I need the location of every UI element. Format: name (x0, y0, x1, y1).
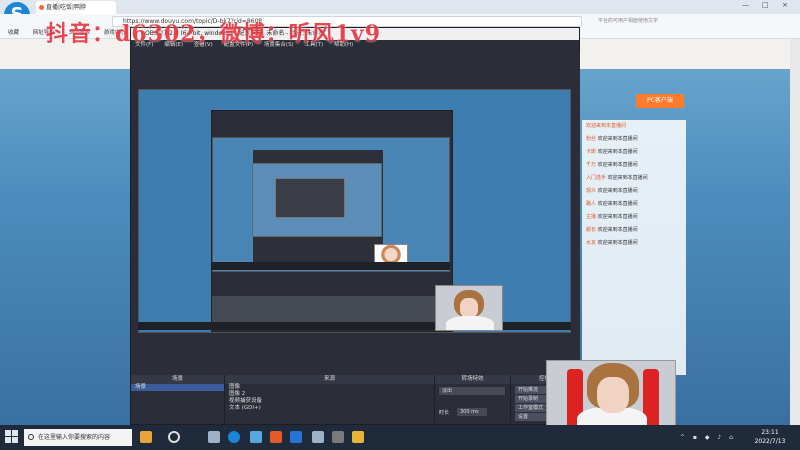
chat-text: 欢迎来到本直播间 (596, 136, 638, 142)
source-item[interactable]: 文本 (GDI+) (225, 405, 434, 412)
transitions-dock: 转场特效 淡出 时长 300 ms (435, 375, 511, 423)
close-button[interactable]: × (782, 1, 788, 9)
pc-client-button[interactable]: PC客户端 (636, 94, 684, 108)
app-icon[interactable] (270, 431, 282, 443)
maximize-button[interactable]: □ (762, 1, 769, 9)
settings-button[interactable]: 设置 (515, 413, 547, 421)
chat-text: 欢迎来到本直播间 (596, 227, 638, 233)
task-view-icon[interactable] (168, 431, 180, 443)
chat-message: 粉丝 欢迎来到本直播间 (582, 133, 686, 146)
obs-taskbar-icon[interactable] (290, 431, 302, 443)
chat-message: 观众 欢迎来到本直播间 (582, 185, 686, 198)
sources-header: 来源 (225, 375, 434, 384)
duration-label: 时长 (439, 410, 450, 416)
chat-username[interactable]: 欢迎来到本直播间 (586, 123, 626, 129)
app-icon[interactable] (250, 431, 262, 443)
chat-username[interactable]: 粉丝 (586, 136, 596, 142)
studio-mode-button[interactable]: 工作室模式 (515, 404, 547, 412)
chat-message: 卡斯 欢迎来到本直播间 (582, 146, 686, 159)
taskbar-search-input[interactable]: 在这里输入你要搜索的内容 (24, 429, 132, 446)
tab-title: 直播|吃饭|鸭脖 (46, 4, 87, 11)
chat-message: 欢迎来到本直播间 (582, 120, 686, 133)
source-item[interactable]: 视频捕获设备 (225, 398, 434, 405)
chat-username[interactable]: 路人 (586, 201, 596, 207)
source-item[interactable]: 图像 2 (225, 391, 434, 398)
minimize-button[interactable]: — (742, 1, 749, 9)
bookmark-item[interactable]: 收藏 (8, 30, 19, 36)
watermark-text: 抖音：d6302，微博：听风1v9 (46, 21, 382, 47)
webcam-overlay (546, 360, 676, 430)
browser-search-input[interactable]: 平台的可用户相面使用文字 (590, 16, 710, 27)
search-icon (28, 434, 34, 440)
app-icon[interactable] (208, 431, 220, 443)
streamer-face (597, 377, 629, 413)
transition-select[interactable]: 淡出 (439, 387, 505, 395)
chat-username[interactable]: 舰长 (586, 227, 596, 233)
browser-tab[interactable]: 直播|吃饭|鸭脖 (36, 1, 116, 14)
chat-text: 欢迎来到本直播间 (606, 175, 648, 181)
chat-text: 欢迎来到本直播间 (596, 188, 638, 194)
app-icon[interactable] (332, 431, 344, 443)
page-scrollbar[interactable] (790, 39, 800, 425)
browser-icon[interactable] (228, 431, 240, 443)
chat-text: 欢迎来到本直播间 (596, 201, 638, 207)
transitions-header: 转场特效 (435, 375, 510, 384)
start-recording-button[interactable]: 开始录制 (515, 395, 547, 403)
windows-start-icon[interactable] (5, 430, 19, 444)
nested-webcam-large (435, 285, 503, 331)
sources-dock: 来源 图像 图像 2 视频捕获设备 文本 (GDI+) (225, 375, 435, 423)
chat-panel: 欢迎来到本直播间 粉丝 欢迎来到本直播间 卡斯 欢迎来到本直播间 千万 欢迎来到本直… (582, 120, 686, 375)
browser-tab-bar: 直播|吃饭|鸭脖 — □ × (0, 0, 800, 14)
chat-username[interactable]: 入门选手 (586, 175, 606, 181)
chat-text: 欢迎来到本直播间 (596, 214, 638, 220)
nested-taskbar (212, 262, 450, 270)
chat-message: 路人 欢迎来到本直播间 (582, 198, 686, 211)
taskbar-clock[interactable]: 23:11 2022/7/13 (748, 428, 792, 446)
chat-text: 欢迎来到本直播间 (596, 149, 638, 155)
chat-message: 舰长 欢迎来到本直播间 (582, 224, 686, 237)
scenes-dock: 场景 场景 (131, 375, 225, 423)
app-icon[interactable] (352, 431, 364, 443)
app-icon[interactable] (312, 431, 324, 443)
clock-date: 2022/7/13 (754, 438, 786, 445)
obs-docks: 场景 场景 来源 图像 图像 2 视频捕获设备 文本 (GDI+) 转场特效 淡… (131, 375, 579, 423)
chat-username[interactable]: 千万 (586, 162, 596, 168)
chat-text: 欢迎来到本直播间 (596, 162, 638, 168)
chat-username[interactable]: 主播 (586, 214, 596, 220)
tab-favicon-icon (39, 5, 44, 10)
scene-item[interactable]: 场景 (131, 384, 224, 391)
duration-input[interactable]: 300 ms (457, 408, 487, 416)
nested-capture-4 (275, 178, 345, 218)
chat-text: 欢迎来到本直播间 (596, 240, 638, 246)
chat-username[interactable]: 卡斯 (586, 149, 596, 155)
clock-time: 23:11 (761, 429, 779, 436)
chat-message: 千万 欢迎来到本直播间 (582, 159, 686, 172)
game-app-icon[interactable] (140, 431, 152, 443)
windows-taskbar: 在这里输入你要搜索的内容 ^ ▪ ◆ ♪ ⌂ 23:11 2022/7/13 (0, 425, 800, 450)
system-tray[interactable]: ^ ▪ ◆ ♪ ⌂ (680, 434, 736, 441)
chat-username[interactable]: 水友 (586, 240, 596, 246)
chat-message: 水友 欢迎来到本直播间 (582, 237, 686, 250)
nested-docks (212, 296, 450, 324)
nested-taskbar-2 (138, 322, 571, 330)
start-streaming-button[interactable]: 开始推流 (515, 386, 547, 394)
source-item[interactable]: 图像 (225, 384, 434, 391)
chat-message: 入门选手 欢迎来到本直播间 (582, 172, 686, 185)
scenes-header: 场景 (131, 375, 224, 384)
chat-username[interactable]: 观众 (586, 188, 596, 194)
chat-message: 主播 欢迎来到本直播间 (582, 211, 686, 224)
